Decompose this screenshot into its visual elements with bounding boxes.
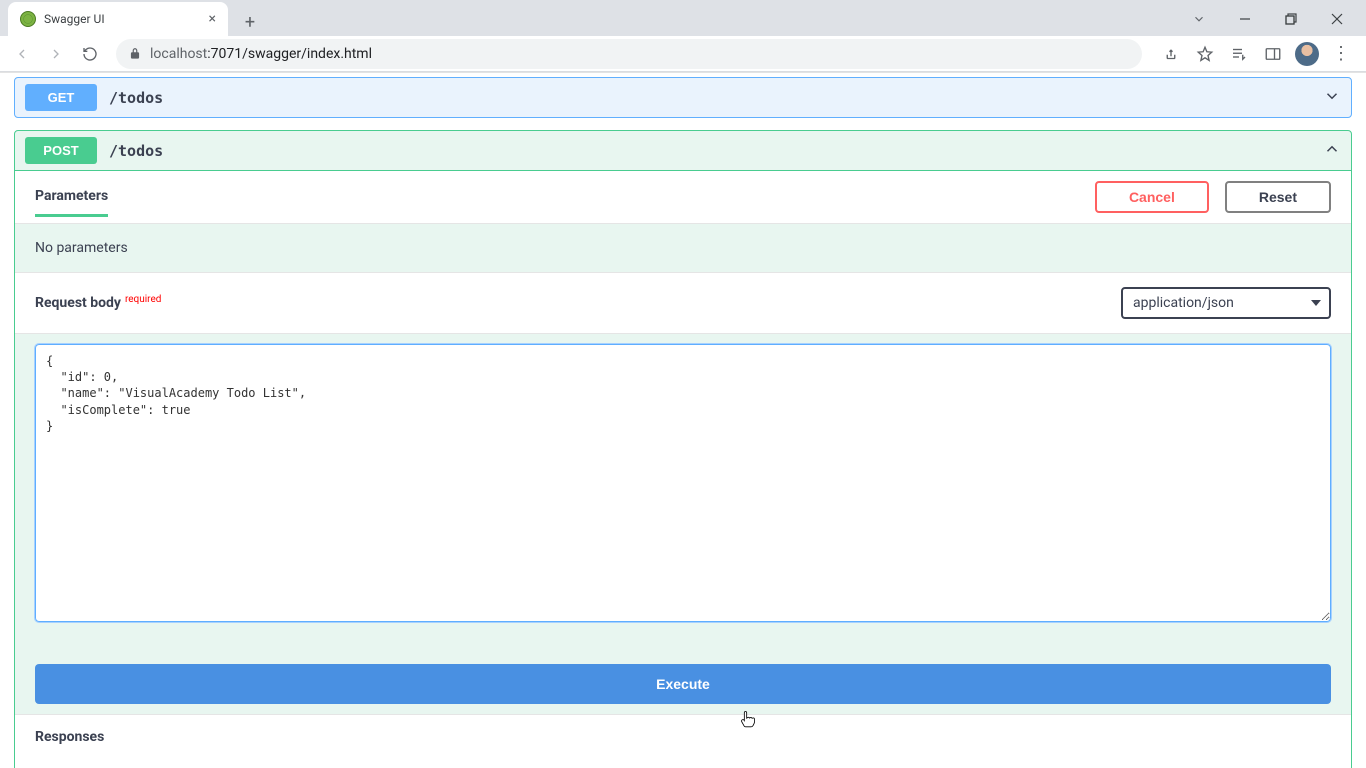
- content-type-select[interactable]: application/json: [1121, 287, 1331, 319]
- page-viewport: GET /todos POST /todos: [0, 72, 1366, 768]
- close-tab-icon[interactable]: ×: [209, 11, 216, 27]
- kebab-menu-icon[interactable]: ⋮: [1324, 39, 1358, 69]
- responses-label: Responses: [15, 715, 1351, 753]
- opblock-post-body: Parameters Cancel Reset No parameters Re…: [15, 170, 1351, 768]
- execute-button[interactable]: Execute: [35, 664, 1331, 704]
- tab-search-icon[interactable]: [1176, 12, 1222, 26]
- side-panel-icon[interactable]: [1256, 39, 1290, 69]
- method-badge-get: GET: [25, 84, 97, 111]
- reading-list-icon[interactable]: [1222, 39, 1256, 69]
- cancel-button[interactable]: Cancel: [1095, 181, 1209, 213]
- browser-tab[interactable]: Swagger UI ×: [8, 2, 228, 36]
- minimize-button[interactable]: [1222, 2, 1268, 36]
- window-controls: [1176, 2, 1366, 36]
- browser-chrome: Swagger UI × +: [0, 0, 1366, 72]
- close-window-button[interactable]: [1314, 2, 1360, 36]
- address-bar[interactable]: localhost:7071/swagger/index.html: [116, 39, 1142, 69]
- opblock-get-todos: GET /todos: [14, 77, 1352, 118]
- chevron-down-icon[interactable]: [1323, 87, 1341, 109]
- request-body-editor-wrap: [15, 334, 1351, 642]
- request-body-header: Request body required application/json: [15, 272, 1351, 334]
- profile-avatar[interactable]: [1290, 39, 1324, 69]
- method-badge-post: POST: [25, 137, 97, 164]
- opblock-post-summary[interactable]: POST /todos: [15, 131, 1351, 170]
- opblock-post-todos: POST /todos Parameters Cancel Reset No: [14, 130, 1352, 768]
- forward-button[interactable]: [42, 40, 70, 68]
- swagger-favicon-icon: [20, 11, 36, 27]
- browser-toolbar: localhost:7071/swagger/index.html: [0, 36, 1366, 72]
- opblock-get-summary[interactable]: GET /todos: [15, 78, 1351, 117]
- new-tab-button[interactable]: +: [236, 8, 264, 36]
- parameters-tab[interactable]: Parameters: [35, 188, 108, 217]
- url-text: localhost:7071/swagger/index.html: [150, 46, 372, 62]
- execute-wrap: Execute: [15, 642, 1351, 714]
- parameters-header: Parameters Cancel Reset: [15, 171, 1351, 224]
- reload-button[interactable]: [76, 40, 104, 68]
- chevron-up-icon[interactable]: [1323, 140, 1341, 162]
- tab-title: Swagger UI: [44, 12, 105, 26]
- no-parameters-text: No parameters: [15, 224, 1351, 272]
- request-body-textarea[interactable]: [35, 344, 1331, 622]
- reset-button[interactable]: Reset: [1225, 181, 1331, 213]
- swagger-container: GET /todos POST /todos: [0, 73, 1366, 768]
- required-label: required: [125, 294, 161, 305]
- lock-icon: [128, 47, 142, 61]
- share-icon[interactable]: [1154, 39, 1188, 69]
- toolbar-right-icons: ⋮: [1154, 39, 1358, 69]
- op-path-post: /todos: [109, 142, 163, 160]
- maximize-button[interactable]: [1268, 2, 1314, 36]
- tab-strip: Swagger UI × +: [0, 0, 1366, 36]
- page-scroll-area[interactable]: GET /todos POST /todos: [0, 73, 1366, 768]
- back-button[interactable]: [8, 40, 36, 68]
- op-path-get: /todos: [109, 89, 163, 107]
- request-body-label: Request body: [35, 295, 121, 311]
- bookmark-star-icon[interactable]: [1188, 39, 1222, 69]
